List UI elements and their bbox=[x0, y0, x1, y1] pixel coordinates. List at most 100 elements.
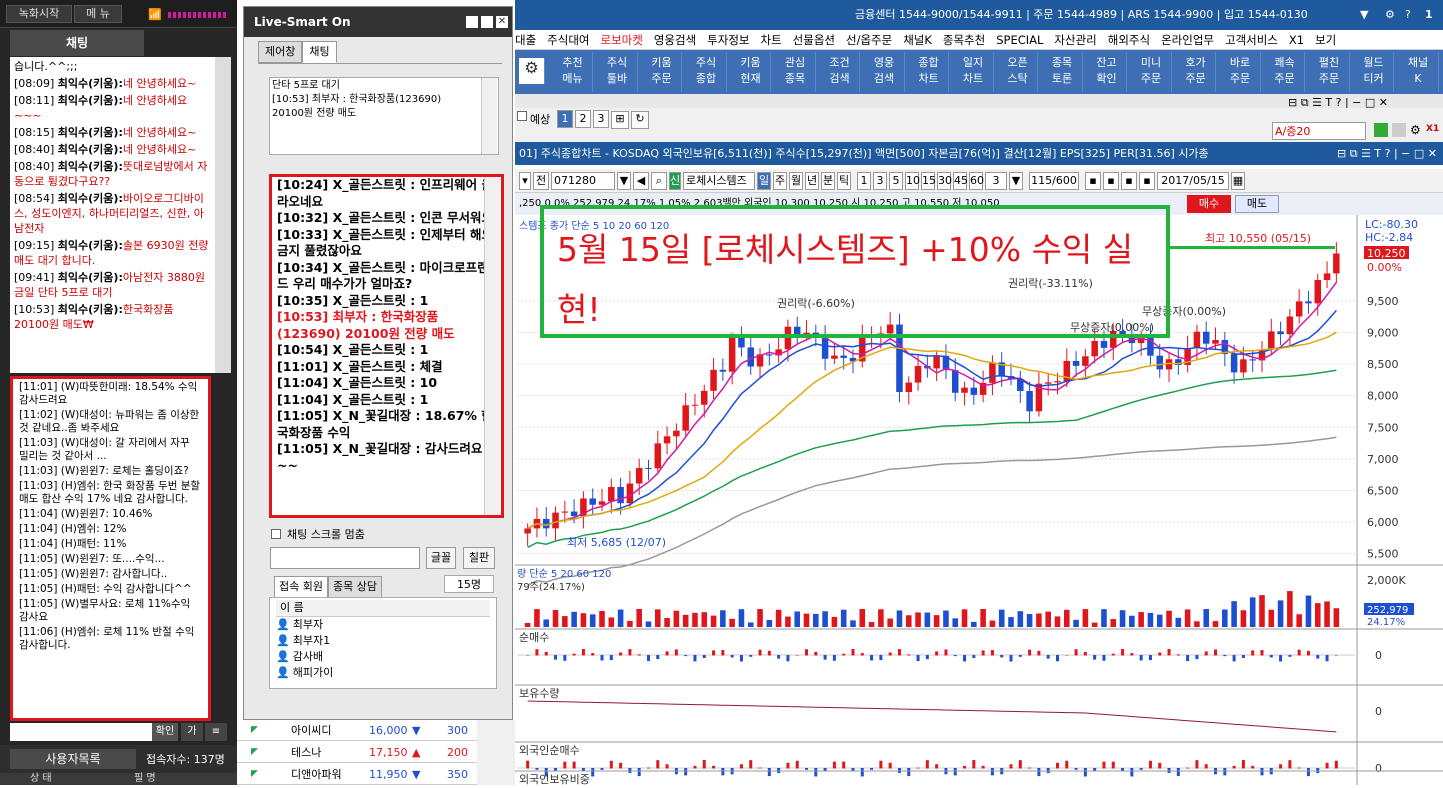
toolbar-button[interactable]: 쾌속 주문 bbox=[1265, 52, 1305, 92]
toolbar-button[interactable]: 월드 티커 bbox=[1354, 52, 1394, 92]
right-code-input[interactable]: A/증20 bbox=[1272, 122, 1366, 140]
dropdown-icon[interactable]: ▼ bbox=[1360, 0, 1368, 30]
record-button[interactable]: 녹화시작 bbox=[6, 5, 72, 23]
user-list-tab[interactable]: 사용자목록 bbox=[10, 749, 136, 769]
chat-input[interactable] bbox=[10, 723, 170, 741]
preview-checkbox[interactable] bbox=[517, 111, 527, 121]
board-button[interactable]: 칠판 bbox=[463, 547, 495, 569]
confirm-button[interactable]: 확인 bbox=[152, 723, 178, 741]
toolbar-button[interactable]: 영웅 검색 bbox=[865, 52, 905, 92]
tab-chat[interactable]: 채팅 bbox=[302, 41, 337, 63]
toolbar-button[interactable]: 키움 주문 bbox=[642, 52, 682, 92]
gear-icon[interactable]: ⚙ bbox=[1410, 123, 1421, 137]
toolbar-button[interactable]: 일지 차트 bbox=[954, 52, 994, 92]
ga-button[interactable]: 가 bbox=[181, 723, 203, 741]
period-button[interactable]: 월 bbox=[789, 172, 803, 190]
sell-button[interactable]: 매도 bbox=[1235, 195, 1279, 213]
jeon-button[interactable]: 전 bbox=[533, 172, 549, 190]
range-field[interactable]: 115/600 bbox=[1029, 172, 1079, 190]
menu-item[interactable]: 자산관리 bbox=[1054, 33, 1096, 47]
tab-control[interactable]: 제어창 bbox=[258, 41, 303, 63]
settings-gear-icon[interactable]: ⚙ bbox=[1385, 0, 1395, 30]
live-chat-input[interactable] bbox=[270, 547, 420, 569]
refresh-icon[interactable]: ↻ bbox=[631, 111, 649, 129]
buy-button[interactable]: 매수 bbox=[1187, 195, 1231, 213]
gray-button[interactable] bbox=[1392, 123, 1406, 137]
toolbar-button[interactable]: 채널 K bbox=[1399, 52, 1439, 92]
minute-button[interactable]: 45 bbox=[953, 172, 968, 190]
checkbox-box[interactable] bbox=[271, 529, 281, 539]
sound-icon[interactable]: ◀ bbox=[633, 172, 649, 190]
tab-members[interactable]: 접속 회원 bbox=[274, 576, 328, 598]
chat-scrollbar[interactable] bbox=[215, 57, 231, 373]
member-item[interactable]: 👤 해피가이 bbox=[276, 665, 490, 681]
menu-item[interactable]: 고객서비스 bbox=[1225, 33, 1278, 47]
chat-tab[interactable]: 채팅 bbox=[10, 30, 144, 56]
menu-item[interactable]: 선/옵주문 bbox=[846, 33, 892, 47]
toolbar-button[interactable]: 키움 현재 bbox=[731, 52, 771, 92]
toolbar-button[interactable]: 바로 주문 bbox=[1221, 52, 1261, 92]
toolbar-button[interactable]: 미니 주문 bbox=[1132, 52, 1172, 92]
toolbar-button[interactable]: 관심 종목 bbox=[776, 52, 816, 92]
menu-item[interactable]: 선물옵션 bbox=[793, 33, 835, 47]
chart-window-icons[interactable]: ⊟ ⧉ ☰ T ? | − □ ✕ bbox=[1331, 142, 1437, 165]
menu-item[interactable]: 로보마켓 bbox=[601, 33, 643, 47]
menu-item[interactable]: 채널K bbox=[903, 33, 932, 47]
toolbar-button[interactable]: 조건 검색 bbox=[820, 52, 860, 92]
menu-item[interactable]: 투자정보 bbox=[707, 33, 749, 47]
period-button[interactable]: 틱 bbox=[837, 172, 851, 190]
minute-button[interactable]: 1 bbox=[857, 172, 871, 190]
period-button[interactable]: 주 bbox=[773, 172, 787, 190]
count-dropdown-icon[interactable]: ▼ bbox=[1009, 172, 1023, 190]
menu-item[interactable]: X1 bbox=[1289, 33, 1304, 47]
x1-icon[interactable]: X1 bbox=[1426, 124, 1439, 134]
menu-item[interactable]: SPECIAL bbox=[996, 33, 1043, 47]
grid-icon[interactable]: ⊞ bbox=[611, 111, 629, 129]
toolbar-button[interactable]: 추천 메뉴 bbox=[553, 52, 593, 92]
stock-name-field[interactable]: 로체시스템즈 bbox=[683, 172, 755, 190]
chart-menu-icon[interactable]: ▾ bbox=[519, 172, 531, 190]
green-button[interactable] bbox=[1374, 123, 1388, 137]
tab-consult[interactable]: 종목 상담 bbox=[327, 576, 382, 598]
menu-item[interactable]: 보기 bbox=[1315, 33, 1336, 47]
menu-item[interactable]: 영웅검색 bbox=[654, 33, 696, 47]
menu-item[interactable]: 해외주식 bbox=[1108, 33, 1150, 47]
minute-button[interactable]: 3 bbox=[873, 172, 887, 190]
menu-item[interactable]: 차트 bbox=[760, 33, 781, 47]
menu-item[interactable]: 종목추천 bbox=[943, 33, 985, 47]
member-item[interactable]: 👤 최부자 bbox=[276, 617, 490, 633]
search-icon[interactable]: ⌕ bbox=[651, 172, 667, 190]
period-button[interactable]: 년 bbox=[805, 172, 819, 190]
font-button[interactable]: 글꼴 bbox=[426, 547, 456, 569]
member-item[interactable]: 👤 감사배 bbox=[276, 649, 490, 665]
scroll-stop-checkbox[interactable]: 채팅 스크롤 멈춤 bbox=[271, 526, 365, 542]
line-tool-icon[interactable]: ▪ bbox=[1103, 172, 1119, 190]
shin-badge[interactable]: 신 bbox=[669, 172, 681, 190]
toolbar-button[interactable]: 오픈 스탁 bbox=[998, 52, 1038, 92]
live-chat-scrollbar[interactable] bbox=[484, 177, 500, 515]
minute-button[interactable]: 15 bbox=[921, 172, 936, 190]
minute-button[interactable]: 30 bbox=[937, 172, 952, 190]
toolbar-settings-icon[interactable]: ⚙ bbox=[519, 58, 545, 84]
toolbar-button[interactable]: 종목 토론 bbox=[1043, 52, 1083, 92]
page-button[interactable]: 3 bbox=[593, 110, 609, 128]
rank-row[interactable]: ◤ 디앤아파워 11,950 ▼ 350 bbox=[237, 764, 477, 785]
rank-row[interactable]: ◤ 아이씨디 16,000 ▼ 300 bbox=[237, 720, 477, 741]
toolbar-button[interactable]: 잔고 확인 bbox=[1087, 52, 1127, 92]
period-button[interactable]: 일 bbox=[757, 172, 771, 190]
toolbar-button[interactable]: 주식 종합 bbox=[687, 52, 727, 92]
count-select[interactable]: 3 bbox=[985, 172, 1007, 190]
menu-item[interactable]: 주식대여 bbox=[547, 33, 589, 47]
notice-scrollbar[interactable] bbox=[481, 78, 497, 154]
close-icon[interactable]: ✕ bbox=[496, 16, 508, 28]
toolbar-button[interactable]: 종합 차트 bbox=[909, 52, 949, 92]
chart-tool-icon[interactable]: ▪ bbox=[1085, 172, 1101, 190]
calendar-icon[interactable]: ▦ bbox=[1231, 172, 1245, 190]
maximize-button[interactable] bbox=[481, 16, 493, 28]
minimize-button[interactable] bbox=[466, 16, 478, 28]
stock-code-input[interactable]: 071280 bbox=[551, 172, 615, 190]
gear-icon[interactable]: ▪ bbox=[1139, 172, 1155, 190]
minute-button[interactable]: 60 bbox=[969, 172, 984, 190]
toolbar-button[interactable]: 호가 주문 bbox=[1176, 52, 1216, 92]
toolbar-button[interactable]: 펼친 주문 bbox=[1310, 52, 1350, 92]
